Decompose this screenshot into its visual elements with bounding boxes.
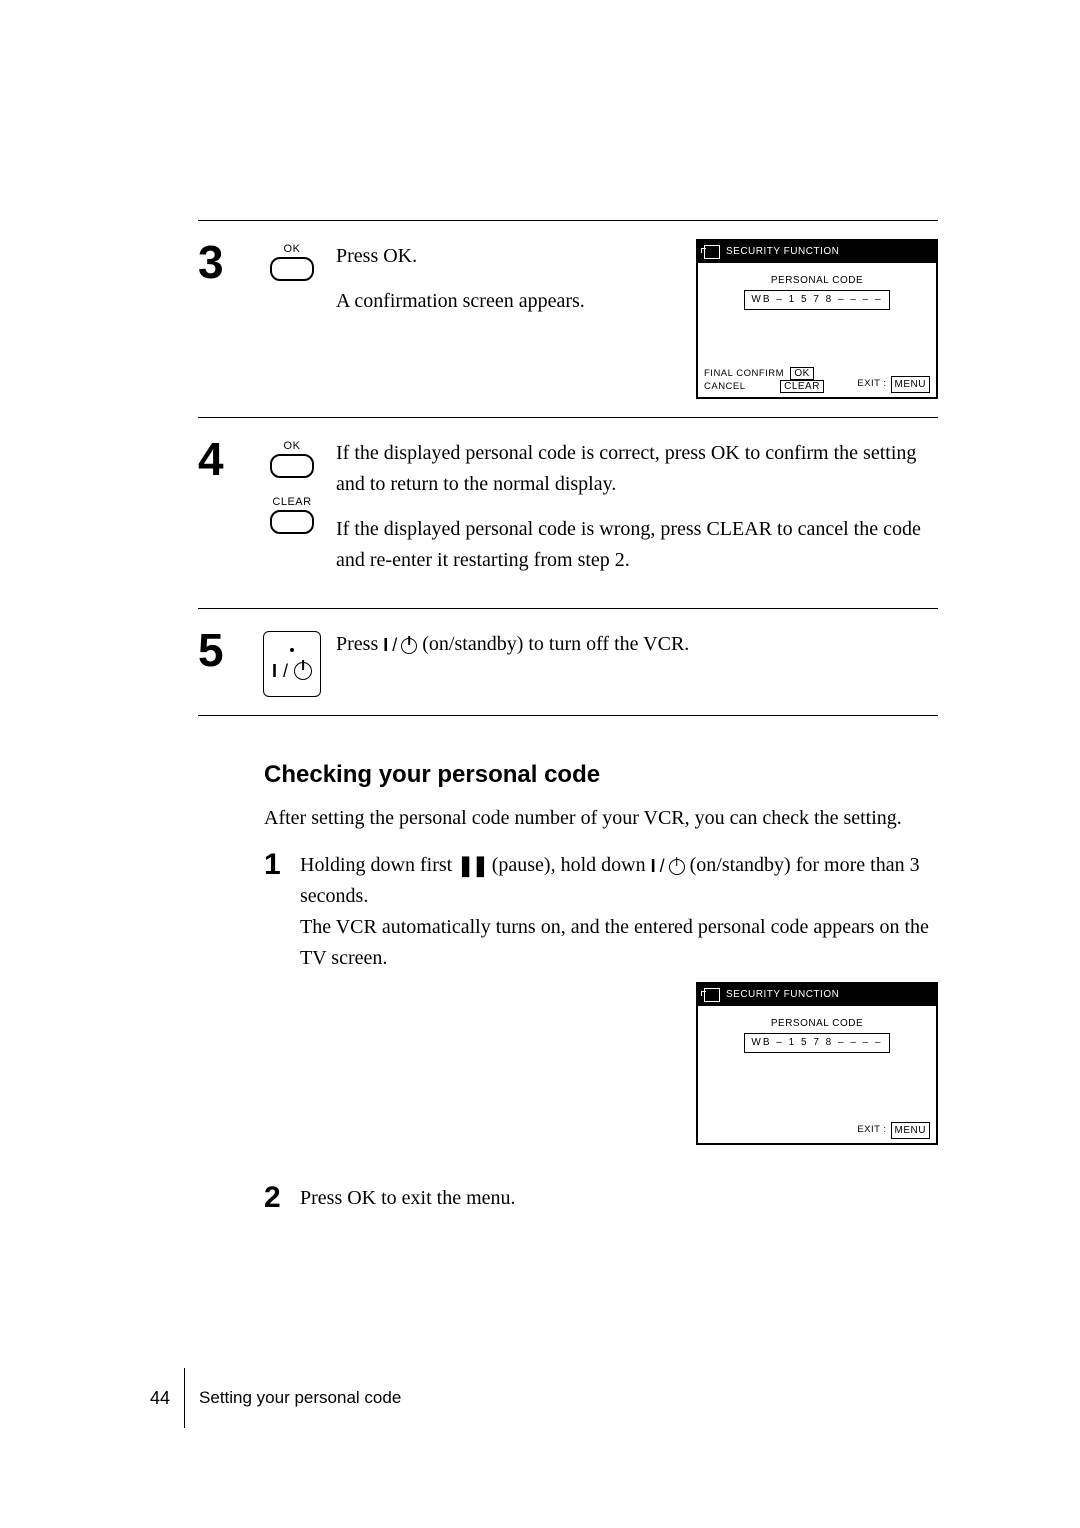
page-footer: 44 Setting your personal code xyxy=(150,1368,401,1428)
osd-code-label: PERSONAL CODE xyxy=(771,1016,863,1032)
power-glyph-inline: I/ xyxy=(651,853,685,881)
osd-exit: EXIT : xyxy=(857,377,886,392)
step-5: 5 I/ Press I/ (on/standby) to turn off t… xyxy=(198,609,938,715)
ok-button-icon xyxy=(270,454,314,478)
ok-label: OK xyxy=(284,243,301,255)
section-heading: Checking your personal code xyxy=(264,756,938,793)
osd-exit: EXIT : xyxy=(857,1123,886,1138)
button-illustrations: OK CLEAR xyxy=(258,436,326,534)
step4-para1: If the displayed personal code is correc… xyxy=(336,438,938,500)
ok-button-icon xyxy=(270,257,314,281)
button-illustration-ok: OK xyxy=(258,239,326,281)
item2-text: Press OK to exit the menu. xyxy=(300,1183,938,1214)
step5-after: (on/standby) to turn off the VCR. xyxy=(422,633,689,655)
step-number: 3 xyxy=(198,239,248,285)
step-4: 4 OK CLEAR If the displayed personal cod… xyxy=(198,418,938,608)
ok-label: OK xyxy=(284,440,301,452)
osd-title: SECURITY FUNCTION xyxy=(726,244,839,260)
list-item-1: 1 Holding down first ❚❚ (pause), hold do… xyxy=(264,850,938,1165)
osd-code-label: PERSONAL CODE xyxy=(771,273,863,289)
footer-divider xyxy=(184,1368,185,1428)
item1-line1: Holding down first ❚❚ (pause), hold down… xyxy=(300,850,938,912)
step5-text: Press I/ (on/standby) to turn off the VC… xyxy=(336,629,938,660)
item-num: 2 xyxy=(264,1183,294,1214)
step4-para2: If the displayed personal code is wrong,… xyxy=(336,514,938,576)
osd-header-icon xyxy=(704,988,720,1002)
clear-button-icon xyxy=(270,510,314,534)
osd-ok-box: OK xyxy=(790,367,813,380)
section-intro: After setting the personal code number o… xyxy=(264,803,938,834)
step3-line1: Press OK. xyxy=(336,241,674,272)
step3-line2: A confirmation screen appears. xyxy=(336,286,674,317)
item1-line2: The VCR automatically turns on, and the … xyxy=(300,912,938,974)
clear-label: CLEAR xyxy=(272,496,311,508)
osd-menu-box: MENU xyxy=(891,1122,930,1140)
step-number: 5 xyxy=(198,627,248,673)
osd-code-value: WB – 1 5 7 8 – – – – xyxy=(744,290,889,310)
power-button-illustration: I/ xyxy=(258,627,326,697)
item-num: 1 xyxy=(264,850,294,1165)
item1-b: (pause), hold down xyxy=(487,854,651,876)
chapter-title: Setting your personal code xyxy=(199,1388,401,1408)
step5-before: Press xyxy=(336,633,383,655)
step-3: 3 OK Press OK. A confirmation screen app… xyxy=(198,221,938,417)
osd-screen-confirm: SECURITY FUNCTION PERSONAL CODE WB – 1 5… xyxy=(696,239,938,399)
page-number: 44 xyxy=(150,1388,170,1409)
step-number: 4 xyxy=(198,436,248,482)
osd-header-icon xyxy=(704,245,720,259)
osd-title: SECURITY FUNCTION xyxy=(726,987,839,1003)
osd-final-confirm: FINAL CONFIRM xyxy=(704,368,784,379)
osd-code-value: WB – 1 5 7 8 – – – – xyxy=(744,1033,889,1053)
osd-menu-box: MENU xyxy=(891,376,930,394)
power-button-icon: I/ xyxy=(263,631,321,697)
pause-icon: ❚❚ xyxy=(457,851,487,882)
power-glyph-inline: I/ xyxy=(383,632,417,660)
osd-cancel: CANCEL xyxy=(704,381,746,392)
list-item-2: 2 Press OK to exit the menu. xyxy=(264,1183,938,1214)
item1-a: Holding down first xyxy=(300,854,457,876)
rule xyxy=(198,715,938,716)
section-checking-code: Checking your personal code After settin… xyxy=(198,756,938,1214)
osd-clear-box: CLEAR xyxy=(780,380,824,393)
osd-screen-check: SECURITY FUNCTION PERSONAL CODE WB – 1 5… xyxy=(696,982,938,1145)
